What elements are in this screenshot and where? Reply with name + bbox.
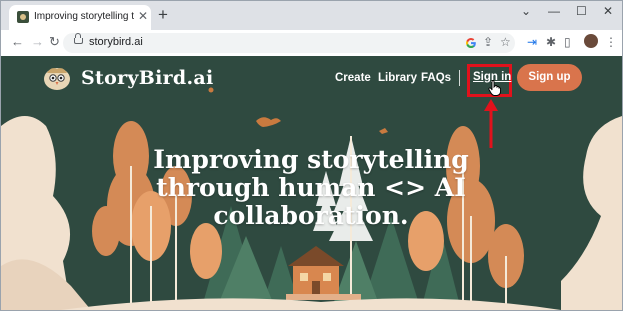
nav-library[interactable]: Library xyxy=(378,72,417,84)
menu-kebab-icon[interactable]: ⋮ xyxy=(605,35,617,49)
red-arrow-annotation xyxy=(484,99,498,148)
new-tab-button[interactable]: + xyxy=(158,6,168,23)
storybird-logo[interactable] xyxy=(42,65,72,91)
share-icon[interactable]: ⇪ xyxy=(483,35,493,49)
storybird-page: StoryBird.ai Create Library FAQs Sign in… xyxy=(1,56,622,310)
hero-heading: Improving storytelling through human <> … xyxy=(121,146,501,230)
address-bar[interactable]: storybird.ai ⇪ ☆ xyxy=(63,33,515,53)
sign-up-button[interactable]: Sign up xyxy=(517,64,582,91)
hero-line: Improving storytelling xyxy=(153,145,469,174)
browser-tab[interactable]: Improving storytelling through h ✕ xyxy=(9,5,151,30)
tab-strip: Improving storytelling through h ✕ + ⌄ —… xyxy=(1,1,622,30)
minimize-button[interactable]: — xyxy=(548,4,560,18)
extension-import-icon[interactable]: ⇥ xyxy=(527,35,537,49)
close-window-button[interactable]: ✕ xyxy=(603,4,613,18)
tab-close-icon[interactable]: ✕ xyxy=(138,9,148,23)
bird-logo-icon xyxy=(44,68,70,90)
hand-cursor-icon xyxy=(488,80,501,96)
lock-icon[interactable] xyxy=(74,33,83,44)
favicon-icon xyxy=(17,11,29,23)
reload-button[interactable]: ↻ xyxy=(49,35,60,49)
forward-button[interactable]: → xyxy=(31,35,44,49)
url-text[interactable]: storybird.ai xyxy=(89,36,143,48)
nav-faqs[interactable]: FAQs xyxy=(421,72,451,84)
puzzle-icon[interactable]: ✱ xyxy=(546,35,556,49)
google-icon[interactable] xyxy=(465,37,477,49)
nav-create[interactable]: Create xyxy=(335,72,371,84)
sidebar-icon[interactable]: ▯ xyxy=(564,35,571,49)
back-button[interactable]: ← xyxy=(11,35,24,49)
maximize-button[interactable]: ☐ xyxy=(576,4,587,18)
hero-line: through human <> AI xyxy=(156,173,466,202)
profile-avatar[interactable] xyxy=(584,34,598,48)
bookmark-star-icon[interactable]: ☆ xyxy=(500,35,511,49)
brand-name[interactable]: StoryBird.ai xyxy=(81,67,214,89)
tab-search-icon[interactable]: ⌄ xyxy=(521,4,531,18)
nav-divider xyxy=(459,70,460,86)
tab-title: Improving storytelling through h xyxy=(34,11,134,22)
hero-line: collaboration. xyxy=(213,201,409,230)
browser-window: Improving storytelling through h ✕ + ⌄ —… xyxy=(0,0,623,311)
